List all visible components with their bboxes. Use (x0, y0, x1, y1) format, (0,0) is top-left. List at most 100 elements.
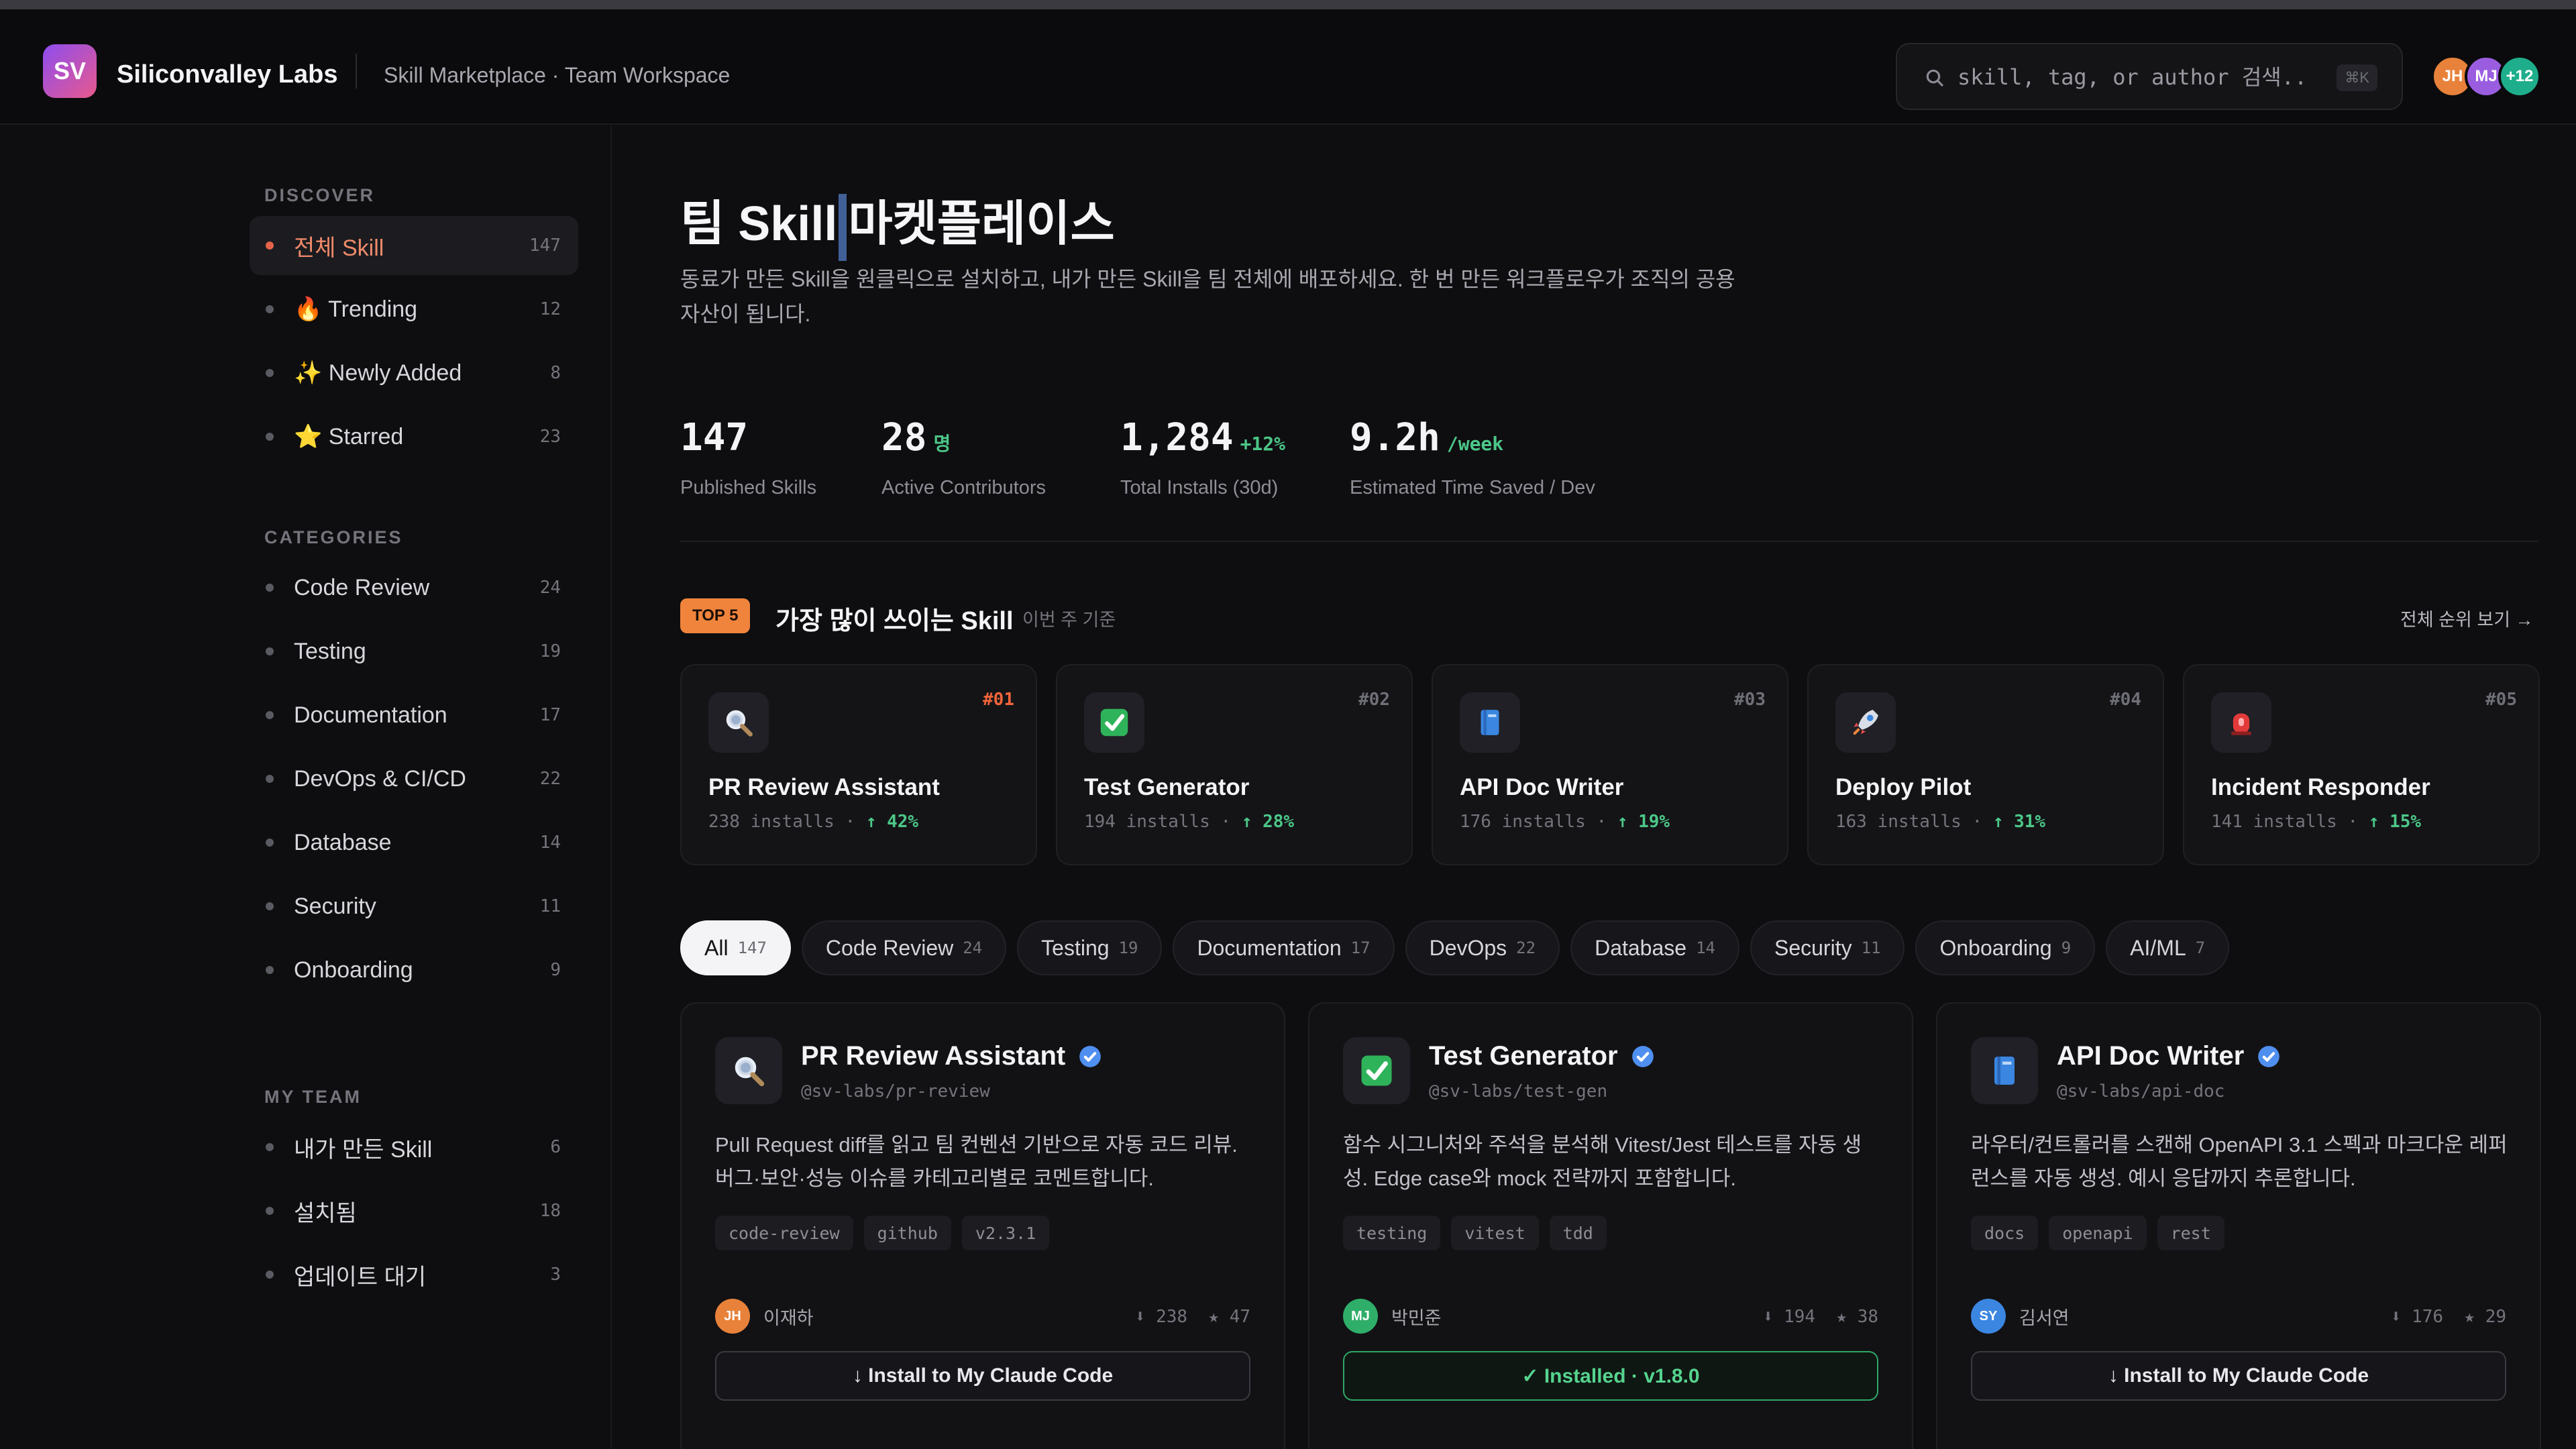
category-filter-chips: All 147 Code Review 24 Testing 19 Docume… (680, 920, 2230, 975)
skill-author[interactable]: JH 이재하 (715, 1299, 814, 1334)
team-avatar[interactable]: +12 (2498, 55, 2541, 98)
window-top-edge (0, 0, 2576, 9)
skill-card[interactable]: Test Generator @sv-labs/test-gen 함수 시그니처… (1308, 1002, 1913, 1449)
star-icon: ★ (1208, 1307, 1220, 1327)
top5-title: 가장 많이 쓰이는 Skill (775, 607, 1014, 635)
skill-tag[interactable]: code-review (715, 1216, 853, 1250)
filter-chip-count: 9 (2061, 938, 2072, 957)
skill-card[interactable]: API Doc Writer @sv-labs/api-doc 라우터/컨트롤러… (1936, 1002, 2541, 1449)
book-icon (1460, 692, 1520, 753)
sidebar-item[interactable]: Code Review 24 (250, 558, 578, 617)
install-button[interactable]: ↓ Install to My Claude Code (715, 1351, 1250, 1401)
skill-name: PR Review Assistant (801, 1041, 1103, 1071)
workspace-subtitle: Skill Marketplace · Team Workspace (384, 63, 731, 87)
filter-chip[interactable]: Security 11 (1750, 920, 1905, 975)
search-icon (1926, 69, 1944, 87)
filter-chip-count: 19 (1118, 938, 1138, 957)
magnifier-icon (708, 692, 769, 753)
filter-chip-count: 147 (737, 938, 767, 957)
sidebar-item[interactable]: Security 11 (250, 877, 578, 936)
sidebar-section-title: DISCOVER (264, 185, 376, 205)
stat-label: Total Installs (30d) (1120, 477, 1279, 498)
filter-chip-label: AI/ML (2130, 935, 2186, 960)
rank-number: #05 (2485, 690, 2517, 710)
filter-chip-label: Documentation (1197, 935, 1342, 960)
rank-number: #02 (1358, 690, 1390, 710)
sidebar-item-count: 3 (550, 1265, 561, 1285)
sidebar-item[interactable]: Onboarding 9 (250, 941, 578, 1000)
sidebar-item[interactable]: DevOps & CI/CD 22 (250, 749, 578, 808)
search-input[interactable] (1957, 60, 2306, 94)
star-count: 29 (2485, 1307, 2506, 1327)
skill-tag[interactable]: vitest (1451, 1216, 1539, 1250)
sidebar-item-count: 12 (539, 299, 561, 319)
sidebar-item[interactable]: 🔥 Trending 12 (250, 280, 578, 339)
sidebar-item[interactable]: 전체 Skill 147 (250, 216, 578, 275)
install-count: 176 (2412, 1307, 2444, 1327)
stat-value: 1,284 (1120, 416, 1234, 460)
filter-chip[interactable]: Documentation 17 (1173, 920, 1395, 975)
sidebar-item-label: 내가 만든 Skill (294, 1136, 433, 1163)
filter-chip[interactable]: DevOps 22 (1405, 920, 1560, 975)
skill-tag[interactable]: rest (2157, 1216, 2224, 1250)
siren-icon (2211, 692, 2271, 753)
team-avatars[interactable]: JH MJ +12 (2431, 55, 2541, 98)
filter-chip-label: All (704, 935, 729, 960)
stat-delta: 명 (933, 433, 951, 455)
bullet-icon (266, 433, 274, 441)
skill-author[interactable]: SY 김서연 (1971, 1299, 2070, 1334)
sidebar-item-count: 11 (539, 896, 561, 916)
filter-chip-count: 22 (1516, 938, 1536, 957)
top5-card[interactable]: #02 Test Generator 194 installs · ↑ 28% (1056, 664, 1413, 865)
view-all-ranking-link[interactable]: 전체 순위 보기 → (2400, 605, 2534, 631)
sidebar-item[interactable]: 내가 만든 Skill 6 (250, 1118, 578, 1177)
sidebar-item[interactable]: ⭐ Starred 23 (250, 407, 578, 466)
filter-chip[interactable]: Database 14 (1570, 920, 1739, 975)
skill-tag[interactable]: v2.3.1 (961, 1216, 1050, 1250)
sidebar-item[interactable]: Testing 19 (250, 622, 578, 681)
sidebar-item[interactable]: ✨ Newly Added 8 (250, 343, 578, 402)
sidebar-section-title: MY TEAM (264, 1087, 362, 1107)
stat-block: 1,284 +12% Total Installs (30d) (1120, 416, 1285, 499)
sidebar-item-count: 23 (539, 427, 561, 447)
sidebar-item-label: Onboarding (294, 957, 413, 983)
skill-description: 라우터/컨트롤러를 스캔해 OpenAPI 3.1 스펙과 마크다운 레퍼런스를… (1971, 1133, 2508, 1190)
skill-tag[interactable]: tdd (1549, 1216, 1607, 1250)
filter-chip-count: 14 (1696, 938, 1715, 957)
skill-tag[interactable]: github (863, 1216, 951, 1250)
top5-badge: TOP 5 (680, 598, 751, 633)
skill-name: Test Generator (1429, 1041, 1656, 1071)
stat-value: 28 (881, 416, 927, 460)
filter-chip[interactable]: Testing 19 (1017, 920, 1163, 975)
filter-chip-label: DevOps (1429, 935, 1507, 960)
sidebar-item-label: Database (294, 829, 392, 855)
filter-chip[interactable]: Code Review 24 (801, 920, 1007, 975)
skill-card[interactable]: PR Review Assistant @sv-labs/pr-review P… (680, 1002, 1285, 1449)
bullet-icon (266, 1207, 274, 1215)
filter-chip[interactable]: Onboarding 9 (1915, 920, 2096, 975)
top5-card[interactable]: #04 Deploy Pilot 163 installs · ↑ 31% (1807, 664, 2164, 865)
skill-tags: docs openapi rest (1971, 1216, 2224, 1250)
skill-tag[interactable]: testing (1343, 1216, 1441, 1250)
top5-card[interactable]: #01 PR Review Assistant 238 installs · ↑… (680, 664, 1037, 865)
skill-tag[interactable]: docs (1971, 1216, 2039, 1250)
logo[interactable]: SV (43, 44, 97, 98)
installed-button[interactable]: ✓ Installed · v1.8.0 (1343, 1351, 1878, 1401)
rank-number: #04 (2110, 690, 2141, 710)
rank-skill-name: PR Review Assistant (708, 774, 940, 800)
sidebar-item[interactable]: 설치됨 18 (250, 1181, 578, 1240)
sidebar-item[interactable]: Documentation 17 (250, 686, 578, 745)
book-icon (1971, 1037, 2038, 1104)
skill-author[interactable]: MJ 박민준 (1343, 1299, 1442, 1334)
sidebar-item[interactable]: Database 14 (250, 813, 578, 872)
top5-card[interactable]: #03 API Doc Writer 176 installs · ↑ 19% (1432, 664, 1788, 865)
install-button[interactable]: ↓ Install to My Claude Code (1971, 1351, 2506, 1401)
search-box[interactable]: ⌘K (1896, 43, 2403, 110)
skill-tag[interactable]: openapi (2049, 1216, 2147, 1250)
filter-chip[interactable]: All 147 (680, 920, 791, 975)
top5-card[interactable]: #05 Incident Responder 141 installs · ↑ … (2183, 664, 2540, 865)
stat-block: 9.2h/week Estimated Time Saved / Dev (1350, 416, 1595, 499)
sidebar-section-title: CATEGORIES (264, 527, 403, 547)
sidebar-item[interactable]: 업데이트 대기 3 (250, 1245, 578, 1304)
filter-chip[interactable]: AI/ML 7 (2106, 920, 2230, 975)
